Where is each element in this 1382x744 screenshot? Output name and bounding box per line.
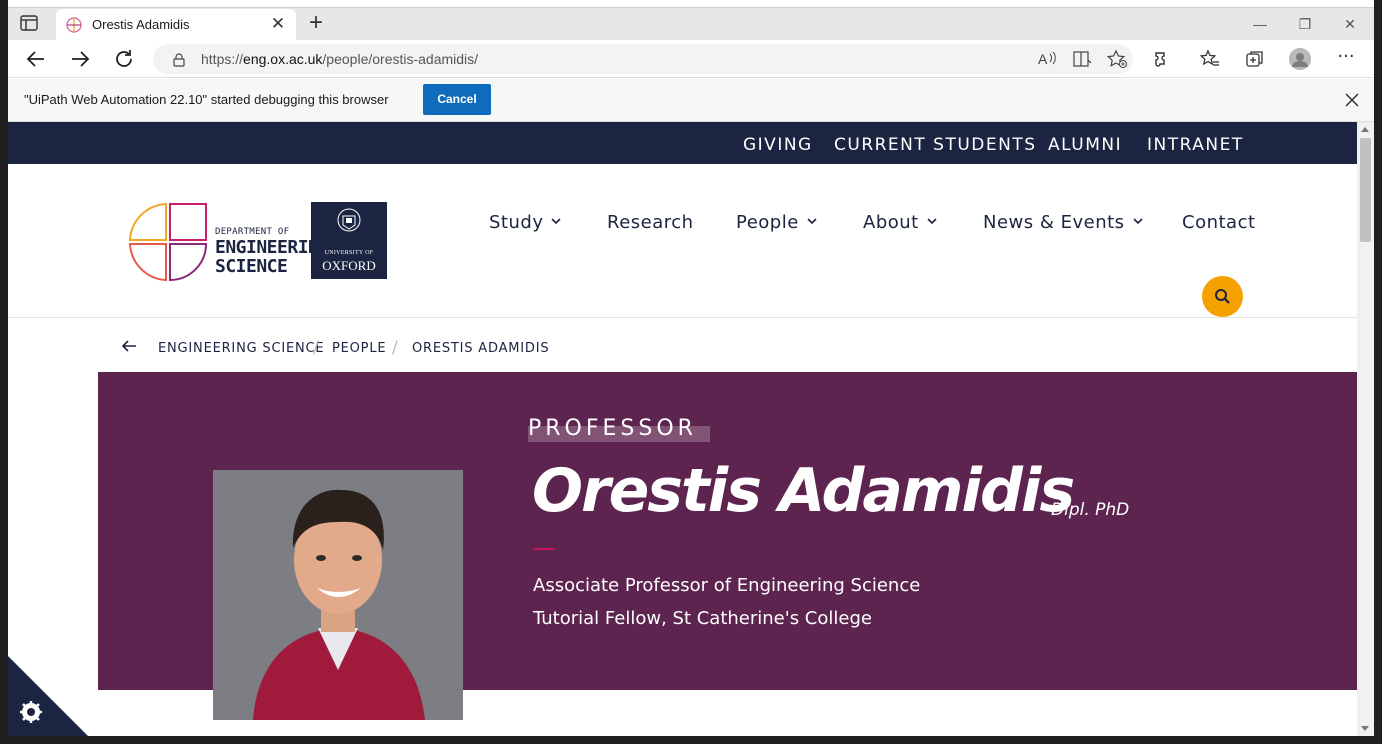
url-text: https://eng.ox.ac.uk/people/orestis-adam… xyxy=(201,51,479,67)
nav-people[interactable]: People xyxy=(736,212,817,233)
scroll-down-icon[interactable] xyxy=(1361,726,1369,731)
breadcrumb-current: ORESTIS ADAMIDIS xyxy=(412,341,550,356)
web-page: GIVING CURRENT STUDENTS ALUMNI INTRANET … xyxy=(8,122,1357,744)
tab-orestis-adamidis[interactable]: Orestis Adamidis ✕ xyxy=(56,9,296,41)
page-scrollbar[interactable] xyxy=(1357,122,1374,736)
chevron-down-icon xyxy=(927,218,937,225)
cookie-settings-icon[interactable] xyxy=(8,656,88,736)
refresh-icon[interactable] xyxy=(112,47,136,71)
plus-icon[interactable]: + xyxy=(303,11,329,37)
nav-research[interactable]: Research xyxy=(607,212,694,233)
profile-role-2: Tutorial Fellow, St Catherine's College xyxy=(533,608,872,629)
breadcrumb-separator: / xyxy=(313,338,320,358)
more-icon[interactable]: ··· xyxy=(1335,48,1357,70)
back-icon[interactable] xyxy=(24,47,48,71)
profile-role-1: Associate Professor of Engineering Scien… xyxy=(533,575,921,596)
scroll-thumb[interactable] xyxy=(1360,138,1371,242)
immersive-reader-icon[interactable] xyxy=(1071,49,1093,69)
nav-contact[interactable]: Contact xyxy=(1182,212,1256,233)
lock-icon[interactable] xyxy=(173,52,185,67)
breadcrumb-separator: / xyxy=(392,338,399,358)
favorite-add-icon[interactable] xyxy=(1106,49,1128,69)
favicon-icon xyxy=(66,17,82,33)
nav-study[interactable]: Study xyxy=(489,212,562,233)
minimize-icon[interactable]: — xyxy=(1248,14,1272,34)
utility-link-current-students[interactable]: CURRENT STUDENTS xyxy=(834,135,1037,155)
cancel-button[interactable]: Cancel xyxy=(423,84,491,115)
profile-name: Orestis Adamidis xyxy=(532,456,1075,526)
infobar-message: "UiPath Web Automation 22.10" started de… xyxy=(24,92,389,107)
window-close-icon[interactable]: ✕ xyxy=(1338,14,1362,34)
scroll-up-icon[interactable] xyxy=(1361,127,1369,132)
browser-toolbar: https://eng.ox.ac.uk/people/orestis-adam… xyxy=(8,40,1374,78)
profile-postnominals: Dipl. PhD xyxy=(1051,500,1130,520)
utility-nav: GIVING CURRENT STUDENTS ALUMNI INTRANET xyxy=(8,122,1357,164)
chevron-down-icon xyxy=(1132,218,1143,225)
breadcrumb-engineering-science[interactable]: ENGINEERING SCIENCE xyxy=(158,341,324,356)
engineering-logo-mark-icon[interactable] xyxy=(128,202,208,282)
search-button[interactable] xyxy=(1202,276,1243,317)
breadcrumb-people[interactable]: PEOPLE xyxy=(332,341,386,356)
close-icon[interactable]: ✕ xyxy=(268,14,288,34)
profile-photo xyxy=(213,470,463,720)
sidebar-icon[interactable] xyxy=(20,15,40,33)
oxford-logo[interactable]: UNIVERSITY OF OXFORD xyxy=(311,202,387,279)
taskbar xyxy=(0,736,1382,744)
profile-icon[interactable] xyxy=(1289,48,1311,70)
collections-icon[interactable] xyxy=(1244,48,1266,70)
favorites-icon[interactable] xyxy=(1199,48,1221,70)
chevron-down-icon xyxy=(551,218,562,225)
extensions-icon[interactable] xyxy=(1150,48,1172,70)
nav-about[interactable]: About xyxy=(863,212,937,233)
oxford-crest-icon xyxy=(337,208,361,238)
profile-title: PROFESSOR xyxy=(528,416,697,441)
svg-text:A: A xyxy=(1038,51,1048,67)
close-icon[interactable] xyxy=(1342,90,1362,110)
tab-bar: Orestis Adamidis ✕ + — ❐ ✕ xyxy=(8,7,1374,41)
tab-title: Orestis Adamidis xyxy=(92,17,190,32)
restore-icon[interactable]: ❐ xyxy=(1293,14,1317,34)
read-aloud-icon[interactable]: A xyxy=(1036,49,1058,69)
debug-infobar: "UiPath Web Automation 22.10" started de… xyxy=(8,79,1374,122)
oxford-logo-line1: UNIVERSITY OF xyxy=(324,250,374,256)
address-bar[interactable]: https://eng.ox.ac.uk/people/orestis-adam… xyxy=(153,44,1133,74)
back-arrow-icon[interactable] xyxy=(120,338,138,358)
search-icon xyxy=(1215,289,1230,304)
oxford-logo-line2: OXFORD xyxy=(322,258,376,273)
utility-link-alumni[interactable]: ALUMNI xyxy=(1048,135,1122,155)
nav-news-events[interactable]: News & Events xyxy=(983,212,1143,233)
forward-icon[interactable] xyxy=(68,47,92,71)
accent-line xyxy=(533,548,555,550)
utility-link-giving[interactable]: GIVING xyxy=(743,135,813,155)
site-header: DEPARTMENT OF ENGINEERING SCIENCE UNIVER… xyxy=(8,164,1357,318)
utility-link-intranet[interactable]: INTRANET xyxy=(1147,135,1244,155)
chevron-down-icon xyxy=(807,218,817,225)
